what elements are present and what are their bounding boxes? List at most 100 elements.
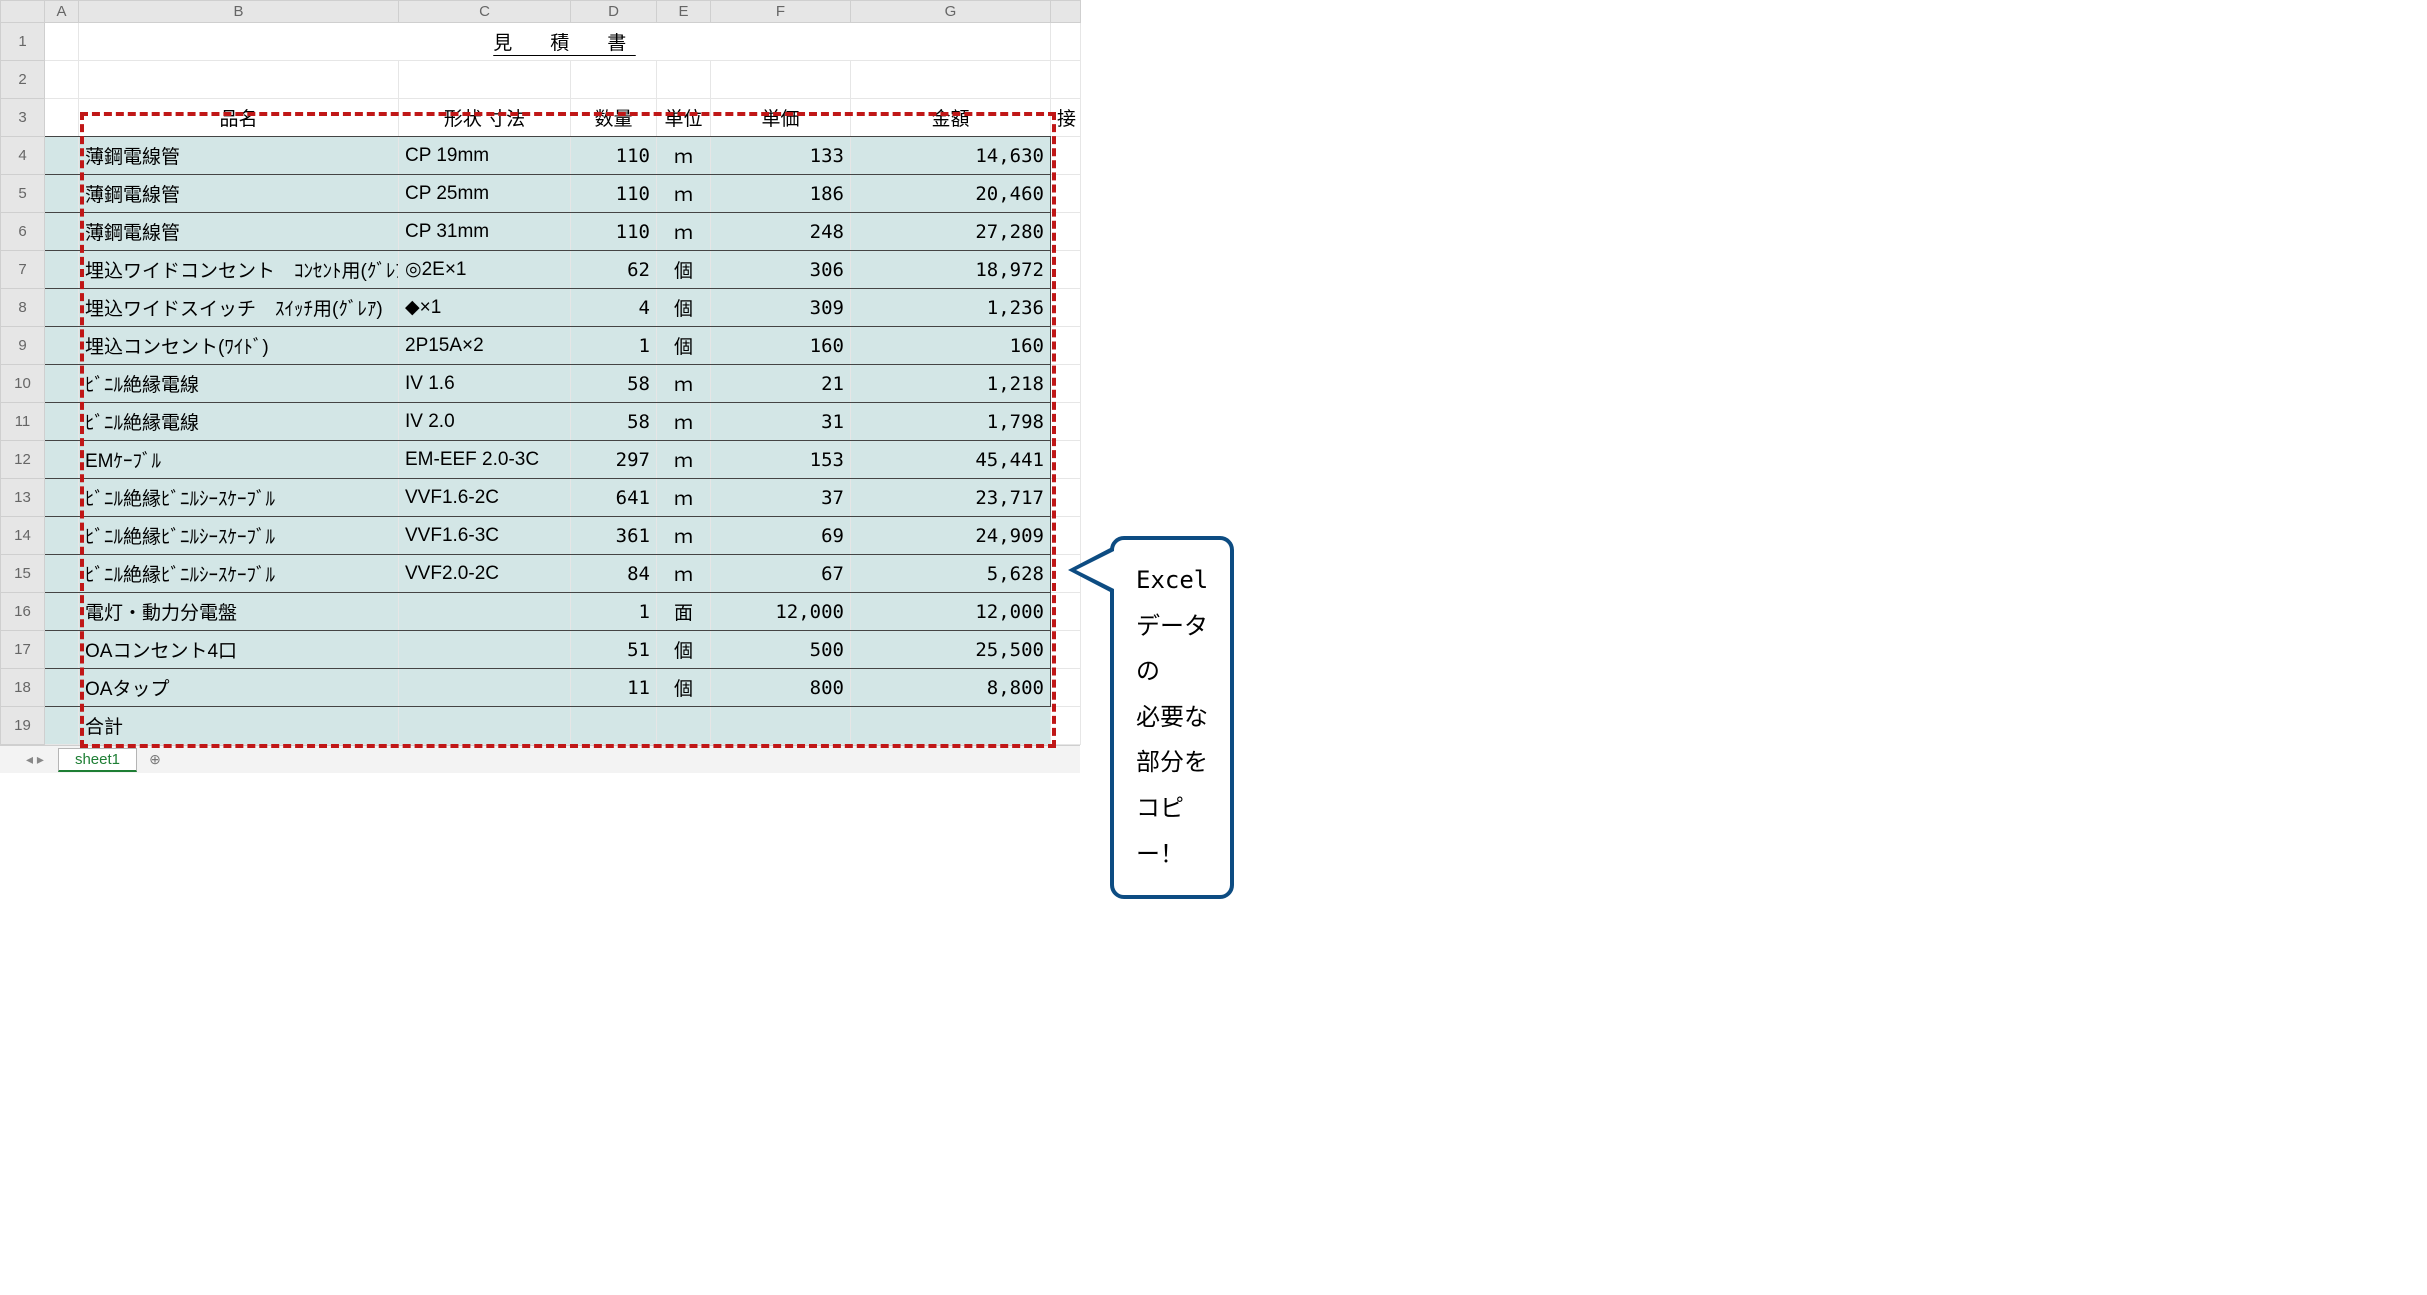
table-row[interactable]: 2 (1, 61, 1081, 99)
cell-price[interactable]: 186 (711, 175, 851, 213)
cell-name[interactable]: ﾋﾞﾆﾙ絶縁電線 (79, 403, 399, 441)
table-row[interactable]: 16電灯・動力分電盤1面12,00012,000 (1, 593, 1081, 631)
cell[interactable] (1051, 137, 1081, 175)
cell-price[interactable]: 153 (711, 441, 851, 479)
cell-amount[interactable]: 8,800 (851, 669, 1051, 707)
cell-unit[interactable]: 個 (657, 251, 711, 289)
cell-price[interactable]: 133 (711, 137, 851, 175)
cell-unit[interactable]: 個 (657, 327, 711, 365)
sheet-tab-active[interactable]: sheet1 (58, 748, 137, 772)
cell-unit[interactable]: ｍ (657, 441, 711, 479)
cell[interactable] (1051, 479, 1081, 517)
cell[interactable] (45, 327, 79, 365)
cell[interactable] (45, 137, 79, 175)
cell-price[interactable]: 160 (711, 327, 851, 365)
row-header[interactable]: 14 (1, 517, 45, 555)
cell-shape[interactable]: IV 1.6 (399, 365, 571, 403)
cell-amount[interactable]: 27,280 (851, 213, 1051, 251)
cell-name[interactable]: 電灯・動力分電盤 (79, 593, 399, 631)
hdr-price[interactable]: 単価 (711, 99, 851, 137)
cell[interactable] (45, 517, 79, 555)
row-header[interactable]: 11 (1, 403, 45, 441)
cell[interactable] (1051, 213, 1081, 251)
table-row[interactable]: 7埋込ワイドコンセント ｺﾝｾﾝﾄ用(ｸﾞﾚｱ◎2E×162個30618,972 (1, 251, 1081, 289)
grid[interactable]: A B C D E F G 1 見 積 書 2 3 品名 形状 寸法 数量 単位 (0, 0, 1081, 745)
table-row[interactable]: 13ﾋﾞﾆﾙ絶縁ﾋﾞﾆﾙｼｰｽｹｰﾌﾞﾙVVF1.6-2C641ｍ3723,71… (1, 479, 1081, 517)
cell[interactable] (45, 631, 79, 669)
cell-amount[interactable]: 45,441 (851, 441, 1051, 479)
cell-name[interactable]: ﾋﾞﾆﾙ絶縁ﾋﾞﾆﾙｼｰｽｹｰﾌﾞﾙ (79, 555, 399, 593)
table-row[interactable]: 4薄鋼電線管CP 19mm110ｍ13314,630 (1, 137, 1081, 175)
table-row[interactable]: 14ﾋﾞﾆﾙ絶縁ﾋﾞﾆﾙｼｰｽｹｰﾌﾞﾙVVF1.6-3C361ｍ6924,90… (1, 517, 1081, 555)
cell-amount[interactable]: 12,000 (851, 593, 1051, 631)
table-row[interactable]: 3 品名 形状 寸法 数量 単位 単価 金額 接 (1, 99, 1081, 137)
row-header[interactable]: 9 (1, 327, 45, 365)
col-header-C[interactable]: C (399, 1, 571, 23)
cell-amount[interactable]: 1,798 (851, 403, 1051, 441)
cell-amount[interactable]: 25,500 (851, 631, 1051, 669)
table-row[interactable]: 9埋込コンセント(ﾜｲﾄﾞ)2P15A×21個160160 (1, 327, 1081, 365)
cell[interactable] (45, 365, 79, 403)
cell-price[interactable]: 248 (711, 213, 851, 251)
col-header-F[interactable]: F (711, 1, 851, 23)
cell-price[interactable]: 500 (711, 631, 851, 669)
cell-amount[interactable]: 18,972 (851, 251, 1051, 289)
cell[interactable] (399, 707, 571, 745)
cell[interactable] (1051, 707, 1081, 745)
cell-unit[interactable]: ｍ (657, 175, 711, 213)
cell-name[interactable]: 薄鋼電線管 (79, 137, 399, 175)
cell[interactable] (1051, 175, 1081, 213)
table-row[interactable]: 15ﾋﾞﾆﾙ絶縁ﾋﾞﾆﾙｼｰｽｹｰﾌﾞﾙVVF2.0-2C84ｍ675,628 (1, 555, 1081, 593)
cell-shape[interactable]: CP 19mm (399, 137, 571, 175)
cell[interactable] (45, 707, 79, 745)
table-row[interactable]: 19合計 (1, 707, 1081, 745)
col-header-next[interactable] (1051, 1, 1081, 23)
cell-name[interactable]: ﾋﾞﾆﾙ絶縁ﾋﾞﾆﾙｼｰｽｹｰﾌﾞﾙ (79, 479, 399, 517)
cell-shape[interactable]: ◎2E×1 (399, 251, 571, 289)
cell[interactable] (1051, 593, 1081, 631)
cell-shape[interactable]: VVF1.6-3C (399, 517, 571, 555)
cell-qty[interactable]: 297 (571, 441, 657, 479)
cell-qty[interactable]: 1 (571, 593, 657, 631)
cell[interactable] (1051, 631, 1081, 669)
table-row[interactable]: 5薄鋼電線管CP 25mm110ｍ18620,460 (1, 175, 1081, 213)
cell-unit[interactable]: ｍ (657, 555, 711, 593)
cell[interactable] (1051, 403, 1081, 441)
cell-name[interactable]: 埋込ワイドコンセント ｺﾝｾﾝﾄ用(ｸﾞﾚｱ (79, 251, 399, 289)
cell-qty[interactable]: 58 (571, 403, 657, 441)
table-row[interactable]: 11ﾋﾞﾆﾙ絶縁電線IV 2.058ｍ311,798 (1, 403, 1081, 441)
cell-unit[interactable]: 面 (657, 593, 711, 631)
cell[interactable] (45, 441, 79, 479)
cell-name[interactable]: EMｹｰﾌﾞﾙ (79, 441, 399, 479)
select-all-corner[interactable] (1, 1, 45, 23)
cell[interactable] (45, 403, 79, 441)
hdr-overflow[interactable]: 接 (1051, 99, 1081, 137)
hdr-shape[interactable]: 形状 寸法 (399, 99, 571, 137)
cell-price[interactable]: 37 (711, 479, 851, 517)
cell-name[interactable]: OAタップ (79, 669, 399, 707)
cell-amount[interactable]: 23,717 (851, 479, 1051, 517)
col-header-G[interactable]: G (851, 1, 1051, 23)
cell-shape[interactable]: 2P15A×2 (399, 327, 571, 365)
cell[interactable] (45, 213, 79, 251)
table-row[interactable]: 17OAコンセント4口51個50025,500 (1, 631, 1081, 669)
tab-nav-arrows-icon[interactable]: ◂ ▸ (20, 751, 50, 768)
table-row[interactable]: 12EMｹｰﾌﾞﾙEM-EEF 2.0-3C297ｍ15345,441 (1, 441, 1081, 479)
col-header-D[interactable]: D (571, 1, 657, 23)
cell-name[interactable]: 薄鋼電線管 (79, 175, 399, 213)
cell-unit[interactable]: 個 (657, 631, 711, 669)
cell-name[interactable]: ﾋﾞﾆﾙ絶縁ﾋﾞﾆﾙｼｰｽｹｰﾌﾞﾙ (79, 517, 399, 555)
cell-price[interactable]: 67 (711, 555, 851, 593)
cell-price[interactable]: 309 (711, 289, 851, 327)
cell-name[interactable]: OAコンセント4口 (79, 631, 399, 669)
row-header[interactable]: 5 (1, 175, 45, 213)
hdr-qty[interactable]: 数量 (571, 99, 657, 137)
cell-shape[interactable]: ◆×1 (399, 289, 571, 327)
cell-qty[interactable]: 11 (571, 669, 657, 707)
cell-unit[interactable]: ｍ (657, 365, 711, 403)
cell-qty[interactable]: 110 (571, 213, 657, 251)
cell-name[interactable]: 埋込ワイドスイッチ ｽｲｯﾁ用(ｸﾞﾚｱ) (79, 289, 399, 327)
cell-price[interactable]: 31 (711, 403, 851, 441)
row-header[interactable]: 18 (1, 669, 45, 707)
cell[interactable] (571, 707, 657, 745)
